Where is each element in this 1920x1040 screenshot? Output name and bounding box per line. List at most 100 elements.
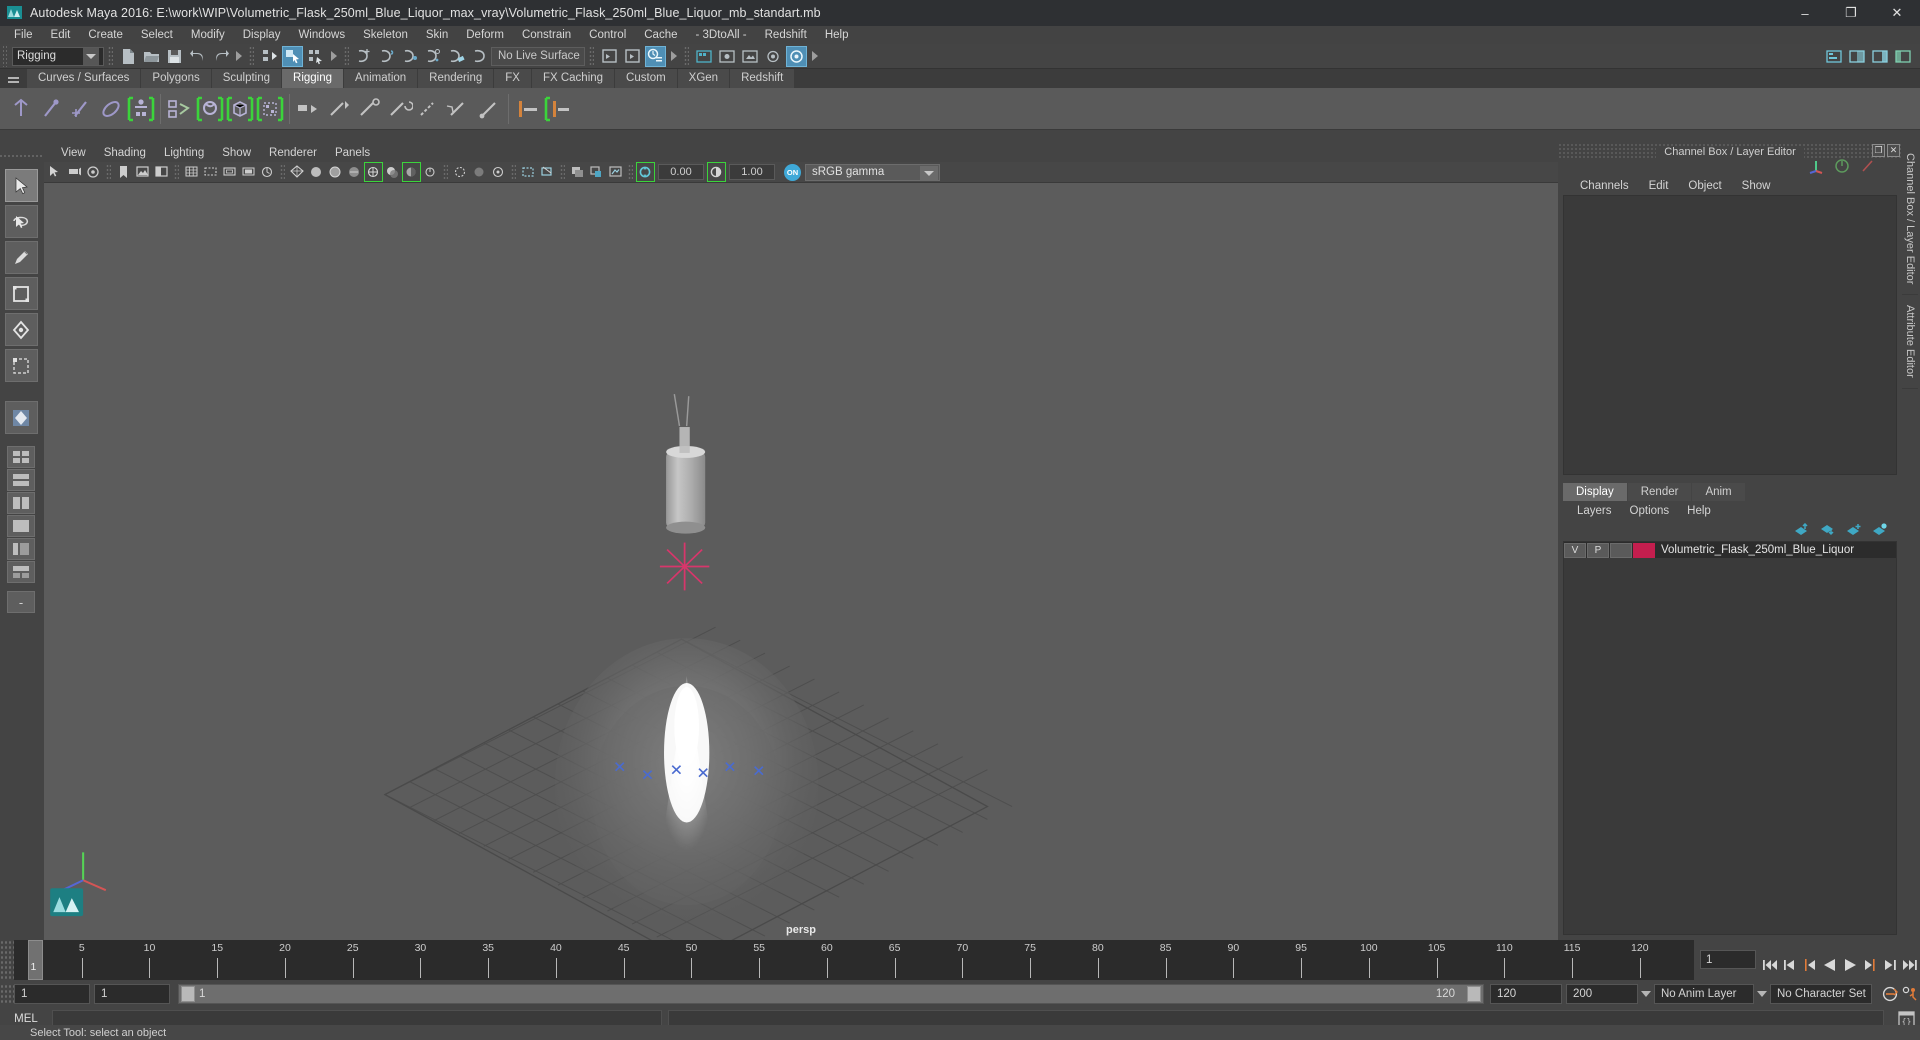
insert-joint-tool-icon[interactable]: [96, 92, 126, 126]
toggle-viewport-render-icon[interactable]: [786, 45, 807, 67]
shelf-tab-rendering[interactable]: Rendering: [418, 69, 494, 88]
layer-playback-toggle[interactable]: P: [1587, 542, 1609, 558]
grid-toggle-icon[interactable]: [183, 163, 200, 181]
shelf-tab-xgen[interactable]: XGen: [677, 69, 730, 88]
viewport-menu-show[interactable]: Show: [213, 147, 260, 159]
viewport-3d-canvas[interactable]: persp: [44, 183, 1558, 940]
chevron-down-icon[interactable]: [83, 47, 99, 65]
ik-fk-left-icon[interactable]: [513, 92, 543, 126]
wireframe-shading-icon[interactable]: [289, 163, 306, 181]
display-textures2-icon[interactable]: [588, 163, 605, 181]
view-layout-two-pane-button[interactable]: [7, 469, 35, 491]
go-to-end-button[interactable]: [1901, 956, 1919, 974]
render-settings-icon[interactable]: [740, 46, 761, 67]
layer-tab-render[interactable]: Render: [1627, 483, 1692, 501]
channelbox-menu-channels[interactable]: Channels: [1570, 180, 1639, 192]
menu-display[interactable]: Display: [234, 26, 290, 44]
view-layout-three-pane-button[interactable]: [7, 492, 35, 514]
open-graph-editor-icon[interactable]: [622, 46, 643, 67]
auto-keyframe-toggle[interactable]: [1881, 985, 1899, 1003]
chevron-down-icon[interactable]: [920, 165, 938, 181]
aim-constraint-icon[interactable]: [354, 92, 384, 126]
gamma-field[interactable]: 1.00: [729, 164, 775, 180]
snap-magnet-icon[interactable]: [469, 46, 490, 67]
go-to-start-button[interactable]: [1761, 956, 1779, 974]
menu-deform[interactable]: Deform: [457, 26, 513, 44]
channelbox-menu-show[interactable]: Show: [1732, 180, 1781, 192]
step-back-frame-button[interactable]: [1781, 956, 1799, 974]
sidebar-attribute-icon[interactable]: [1847, 46, 1868, 67]
select-component-icon[interactable]: [305, 46, 326, 67]
shelf-tab-fx-caching[interactable]: FX Caching: [531, 69, 615, 88]
film-gate-icon[interactable]: [202, 163, 219, 181]
view-layout-persp-button[interactable]: [7, 515, 35, 537]
menu-edit[interactable]: Edit: [42, 26, 80, 44]
new-layer-from-selection-icon[interactable]: [1872, 523, 1888, 541]
viewport-menu-panels[interactable]: Panels: [326, 147, 379, 159]
isolate-add-icon[interactable]: [539, 163, 556, 181]
shelf-tab-polygons[interactable]: Polygons: [141, 69, 211, 88]
character-set-dropdown-arrow[interactable]: [1754, 984, 1770, 1004]
lasso-tool-button[interactable]: [4, 205, 38, 238]
new-scene-icon[interactable]: [118, 46, 139, 67]
menu-control[interactable]: Control: [580, 26, 635, 44]
view-layout-single-button[interactable]: [7, 446, 35, 468]
bind-skin-icon[interactable]: [165, 92, 195, 126]
vertical-tab-attribute-editor[interactable]: Attribute Editor: [1902, 295, 1918, 390]
animation-preferences-button[interactable]: [1901, 985, 1919, 1003]
create-ik-spline-icon[interactable]: [66, 92, 96, 126]
scale-slider-icon[interactable]: [1860, 158, 1876, 179]
exposure-field[interactable]: 0.00: [658, 164, 704, 180]
move-layer-up-icon[interactable]: [1794, 522, 1810, 541]
play-backwards-button[interactable]: [1821, 956, 1839, 974]
anim-layer-field[interactable]: No Anim Layer: [1654, 984, 1754, 1004]
playback-start-field[interactable]: 1: [94, 984, 170, 1004]
time-slider-track[interactable]: 1 5 10 15 20 25 30 35 40 45 50 55 60 65 70 75 80 85 90 95 1…: [14, 940, 1694, 980]
display-textures-icon[interactable]: [569, 163, 586, 181]
smooth-shading-icon[interactable]: [308, 163, 325, 181]
select-hierarchy-icon[interactable]: [259, 46, 280, 67]
shadows-icon[interactable]: [384, 163, 401, 181]
panel-undock-button[interactable]: ❐: [1872, 144, 1885, 157]
snap-projected-center-icon[interactable]: [423, 46, 444, 67]
move-tool-button[interactable]: [4, 277, 38, 310]
panel-close-button[interactable]: ✕: [1887, 144, 1900, 157]
playback-end-field[interactable]: 120: [1490, 984, 1562, 1004]
sidebar-channelbox-icon[interactable]: [1870, 46, 1891, 67]
hud-toggle-icon[interactable]: [607, 163, 624, 181]
shelf-tab-curves-surfaces[interactable]: Curves / Surfaces: [27, 69, 141, 88]
paint-selection-tool-button[interactable]: [4, 241, 38, 274]
vertical-tab-channel-box[interactable]: Channel Box / Layer Editor: [1902, 143, 1918, 296]
view-layout-hypershade-button[interactable]: [7, 561, 35, 583]
layer-list[interactable]: V P Volumetric_Flask_250ml_Blue_Liquor: [1563, 541, 1897, 935]
create-joint-icon[interactable]: [6, 92, 36, 126]
expand-arrow-icon[interactable]: [327, 46, 340, 67]
layer-visibility-toggle[interactable]: V: [1564, 542, 1586, 558]
menu-help[interactable]: Help: [816, 26, 858, 44]
channelbox-menu-edit[interactable]: Edit: [1639, 180, 1679, 192]
shelf-tab-fx[interactable]: FX: [494, 69, 531, 88]
snap-grid-icon[interactable]: [354, 46, 375, 67]
live-surface-field[interactable]: No Live Surface: [491, 46, 585, 66]
rangebar-gripper[interactable]: [0, 984, 14, 1004]
save-scene-icon[interactable]: [164, 46, 185, 67]
select-object-icon[interactable]: [282, 45, 303, 67]
range-start-field[interactable]: 1: [14, 984, 90, 1004]
redo-icon[interactable]: [210, 46, 231, 67]
exposure-reset-icon[interactable]: [259, 163, 276, 181]
snap-curve-icon[interactable]: [377, 46, 398, 67]
xray-mode-icon[interactable]: [452, 163, 469, 181]
viewport-menu-lighting[interactable]: Lighting: [155, 147, 213, 159]
geometry-constraint-icon[interactable]: [474, 92, 504, 126]
menu-redshift[interactable]: Redshift: [756, 26, 816, 44]
orient-constraint-icon[interactable]: [384, 92, 414, 126]
channelbox-content-area[interactable]: [1563, 195, 1897, 475]
layer-name[interactable]: Volumetric_Flask_250ml_Blue_Liquor: [1661, 544, 1854, 556]
menu-create[interactable]: Create: [79, 26, 132, 44]
camera-attributes-icon[interactable]: [85, 163, 102, 181]
exposure-toggle-icon[interactable]: [636, 162, 655, 182]
view-layout-outliner-button[interactable]: [7, 538, 35, 560]
shelf-tab-custom[interactable]: Custom: [615, 69, 677, 88]
motion-blur-icon[interactable]: [422, 163, 439, 181]
lattice-deformer-icon[interactable]: [225, 92, 255, 126]
